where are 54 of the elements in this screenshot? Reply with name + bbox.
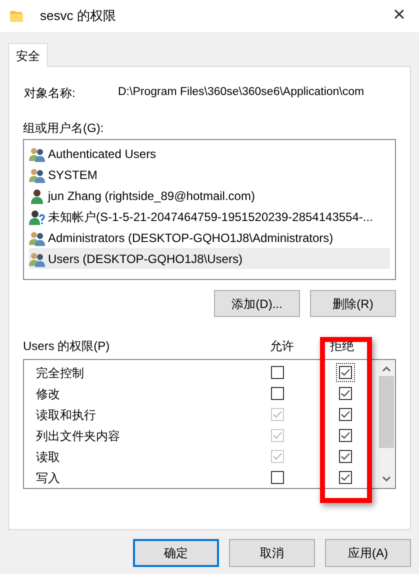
tab[interactable]: 安全: [8, 43, 48, 67]
scrollbar[interactable]: [378, 360, 395, 488]
scrollbar-thumb[interactable]: [379, 376, 394, 448]
user-group-icon: [29, 166, 45, 182]
user-list-item[interactable]: SYSTEM: [29, 164, 390, 185]
checkbox[interactable]: [336, 364, 354, 381]
unknown-user-icon: [29, 208, 45, 224]
check-icon: [272, 451, 282, 462]
scroll-up-icon[interactable]: [382, 366, 391, 372]
permission-name: 修改: [35, 386, 61, 402]
check-icon: [340, 388, 350, 399]
permission-name: 写入: [35, 470, 61, 486]
object-name-label: 对象名称:: [23, 85, 76, 102]
check-icon: [340, 472, 350, 483]
user-list-item[interactable]: Authenticated Users: [29, 143, 390, 164]
dialog-button[interactable]: 应用(A): [325, 539, 411, 567]
allow-header: 允许: [269, 338, 295, 355]
check-icon: [340, 367, 350, 378]
check-icon: [340, 409, 350, 420]
list-action-button[interactable]: 删除(R): [310, 290, 396, 317]
checkbox[interactable]: [336, 385, 354, 402]
list-action-button[interactable]: 添加(D)...: [214, 290, 300, 317]
checkbox[interactable]: [268, 364, 286, 381]
user-group-icon: [29, 230, 45, 246]
close-button[interactable]: ✕: [379, 0, 419, 32]
check-icon: [272, 430, 282, 441]
check-icon: [272, 409, 282, 420]
user-list-item[interactable]: 未知帐户(S-1-5-21-2047464759-1951520239-2854143554-...: [29, 206, 390, 227]
check-icon: [340, 451, 350, 462]
user-icon: [29, 188, 45, 204]
window-title: sesvc 的权限: [40, 7, 116, 26]
dialog-button[interactable]: 确定: [133, 539, 219, 567]
object-name-value: D:\Program Files\360se\360se6\Application\com: [118, 85, 364, 100]
check-icon: [340, 430, 350, 441]
checkbox[interactable]: [268, 385, 286, 402]
checkbox[interactable]: [268, 469, 286, 486]
permission-name: 读取和执行: [35, 406, 97, 424]
user-list-item[interactable]: jun Zhang (rightside_89@hotmail.com): [29, 185, 390, 206]
permission-name: 读取: [35, 448, 61, 466]
checkbox[interactable]: [336, 406, 354, 423]
permission-name: 列出文件夹内容: [35, 428, 121, 444]
checkbox[interactable]: [336, 427, 354, 444]
dialog-button[interactable]: 取消: [229, 539, 315, 567]
user-list-item[interactable]: Users (DESKTOP-GQHO1J8\Users): [29, 248, 390, 269]
checkbox[interactable]: [336, 448, 354, 465]
scroll-down-icon[interactable]: [382, 476, 391, 482]
permissions-label: Users 的权限(P): [23, 338, 111, 355]
permission-name: 完全控制: [35, 364, 85, 382]
user-group-icon: [29, 250, 45, 266]
groups-label: 组或用户名(G):: [23, 120, 104, 137]
user-group-icon: [29, 146, 45, 162]
user-list-item[interactable]: Administrators (DESKTOP-GQHO1J8\Administrators): [29, 227, 390, 248]
checkbox[interactable]: [336, 469, 354, 486]
folder-icon: [10, 9, 24, 23]
